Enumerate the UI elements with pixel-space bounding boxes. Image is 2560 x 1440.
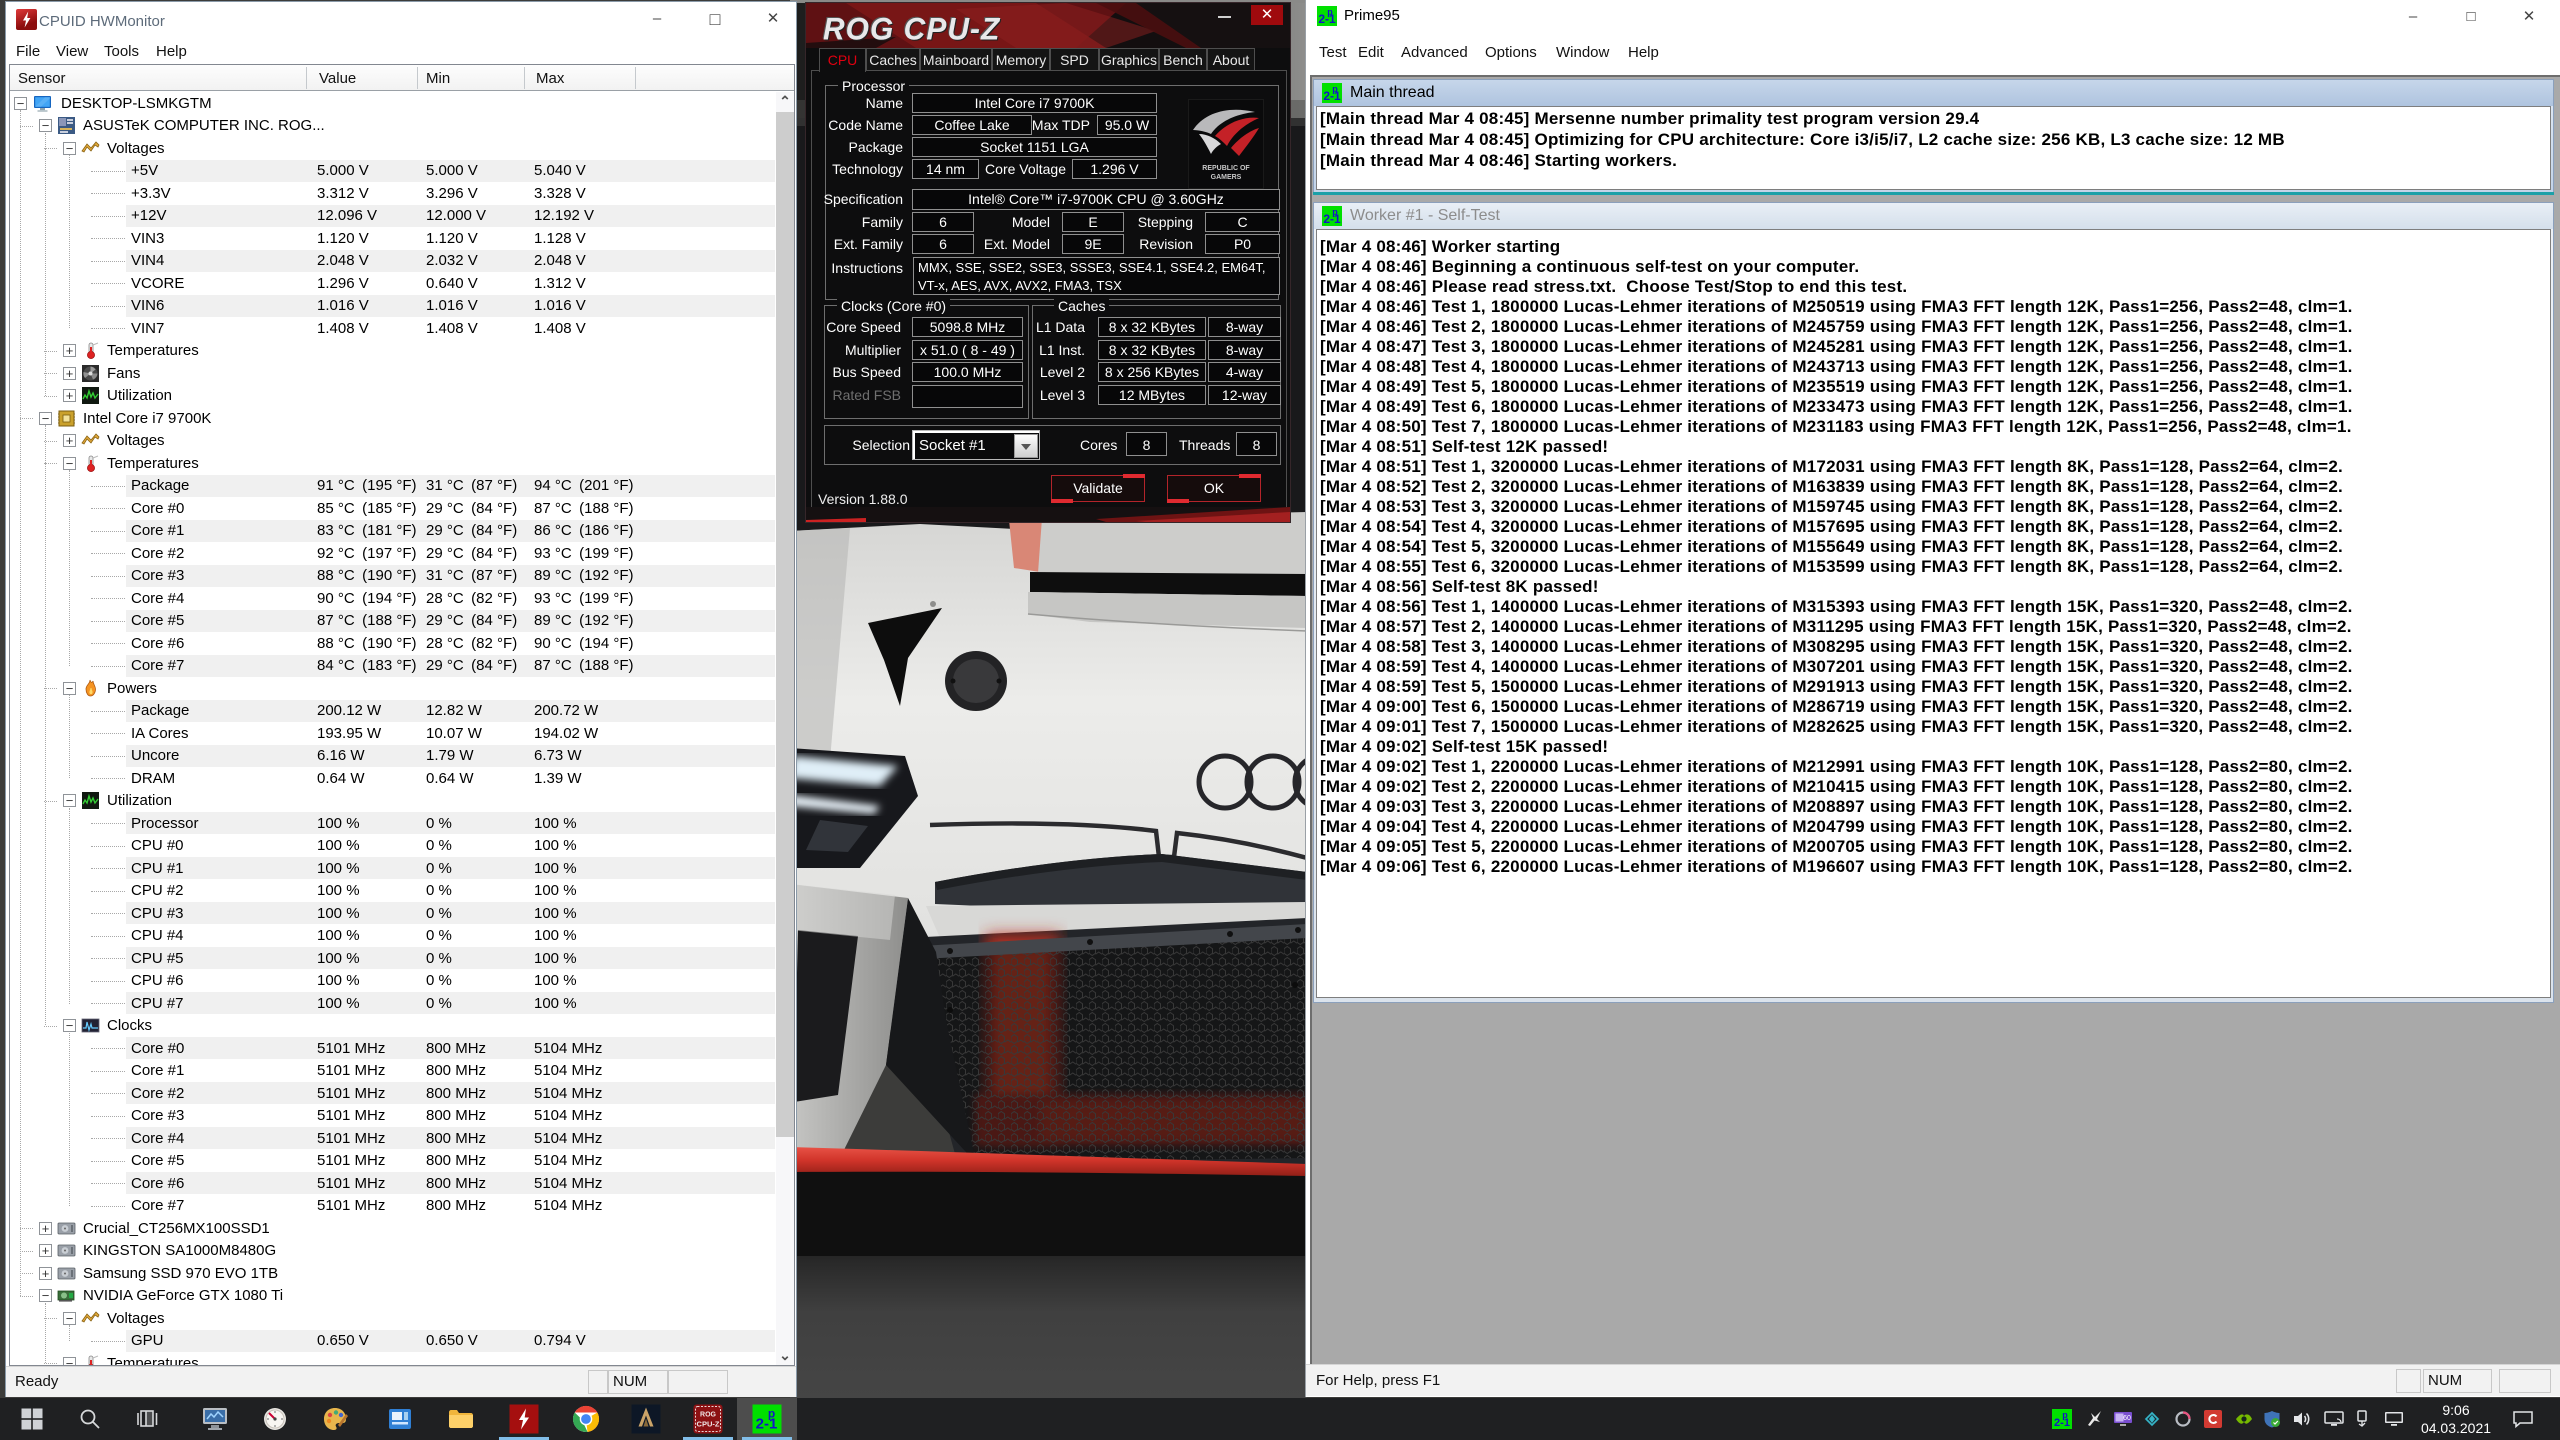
svg-text:2-1: 2-1 bbox=[1323, 89, 1341, 103]
svg-text:2-1: 2-1 bbox=[756, 1416, 778, 1433]
svg-text:60: 60 bbox=[2123, 1415, 2131, 1422]
svg-text:REPUBLIC OF: REPUBLIC OF bbox=[1202, 165, 1250, 172]
svg-text:2-1: 2-1 bbox=[1318, 12, 1336, 26]
svg-text:GAMERS: GAMERS bbox=[1211, 174, 1242, 181]
svg-text:ROG: ROG bbox=[700, 1412, 717, 1419]
svg-text:CPU-Z: CPU-Z bbox=[697, 1420, 720, 1429]
svg-text:2-1: 2-1 bbox=[2054, 1417, 2070, 1429]
svg-text:2-1: 2-1 bbox=[1323, 212, 1341, 226]
